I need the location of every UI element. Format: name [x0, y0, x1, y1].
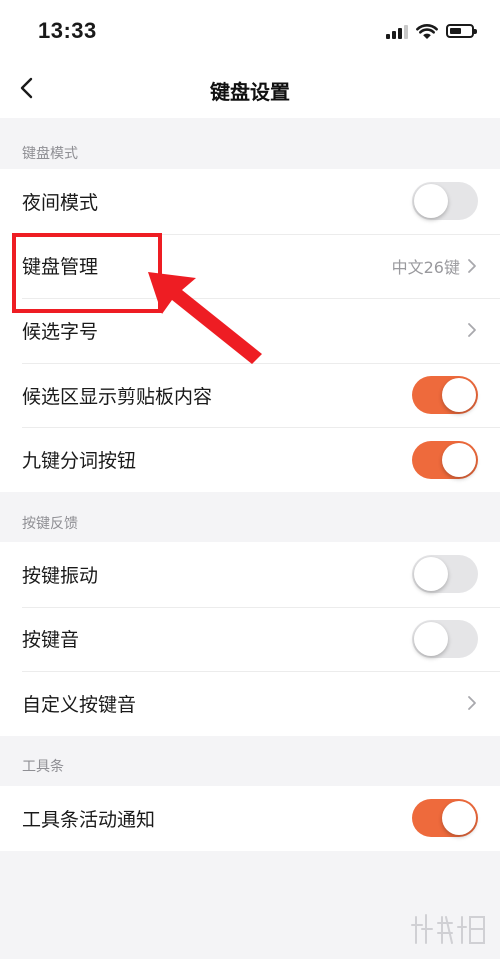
row-custom-key-sound[interactable]: 自定义按键音 — [0, 671, 500, 736]
row-show-clipboard[interactable]: 候选区显示剪贴板内容 — [0, 362, 500, 428]
status-time: 13:33 — [38, 18, 97, 43]
row-nine-key-segment[interactable]: 九键分词按钮 — [0, 427, 500, 492]
row-toolbar-notification[interactable]: 工具条活动通知 — [0, 786, 500, 851]
chevron-right-icon — [468, 696, 476, 711]
signal-icon — [386, 23, 408, 39]
row-label: 工具条活动通知 — [22, 808, 156, 831]
key-sound-toggle[interactable] — [412, 619, 478, 658]
row-key-sound[interactable]: 按键音 — [0, 606, 500, 672]
row-label: 自定义按键音 — [22, 693, 137, 716]
nine-key-segment-toggle[interactable] — [412, 440, 478, 479]
chevron-right-icon — [468, 258, 476, 273]
status-icons — [386, 20, 477, 42]
battery-icon — [446, 24, 477, 38]
night-mode-toggle[interactable] — [412, 182, 478, 221]
key-vibration-toggle[interactable] — [412, 555, 478, 594]
row-label: 九键分词按钮 — [22, 450, 137, 473]
watermark-logo-icon — [411, 914, 485, 944]
group-toolbar: 工具条活动通知 — [0, 786, 500, 851]
nav-bar: 键盘设置 — [0, 62, 500, 118]
show-clipboard-toggle[interactable] — [412, 376, 478, 415]
red-arrow-icon — [148, 272, 262, 364]
page-title: 键盘设置 — [210, 80, 290, 104]
wifi-icon — [416, 23, 438, 39]
row-label: 夜间模式 — [22, 191, 99, 214]
row-label: 候选区显示剪贴板内容 — [22, 385, 213, 408]
toolbar-notification-toggle[interactable] — [412, 799, 478, 838]
status-bar: 13:33 — [0, 0, 500, 62]
row-key-vibration[interactable]: 按键振动 — [0, 542, 500, 607]
chevron-right-icon — [468, 323, 476, 338]
row-value: 中文26键 — [391, 257, 460, 277]
row-label: 按键振动 — [22, 564, 99, 587]
row-label: 按键音 — [22, 629, 80, 652]
group-key-feedback: 按键振动 按键音 自定义按键音 — [0, 542, 500, 736]
section-header-toolbar: 工具条 — [22, 759, 64, 775]
screen: 13:33 键盘设置 键盘模式 夜间模式 键盘管理 中文26键 候选字号 候选区… — [0, 0, 500, 959]
row-night-mode[interactable]: 夜间模式 — [0, 169, 500, 234]
